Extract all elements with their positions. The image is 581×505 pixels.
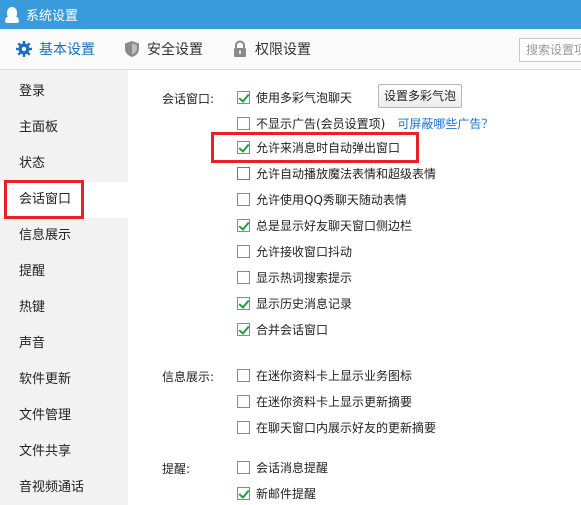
checkbox-unchecked[interactable] — [237, 460, 250, 474]
option-row[interactable]: 在聊天窗口内展示好友的更新摘要 — [237, 418, 436, 436]
option-row[interactable]: 合并会话窗口 — [237, 320, 328, 338]
section-label-info-display: 信息展示: — [162, 370, 215, 384]
option-label: 允许使用QQ秀聊天随动表情 — [256, 192, 407, 207]
tab-permission-settings[interactable]: 权限设置 — [231, 29, 311, 70]
option-label: 显示热词搜索提示 — [256, 270, 353, 285]
option-row[interactable]: 新邮件提醒 — [237, 484, 316, 502]
sidebar-item-main-panel[interactable]: 主面板 — [0, 110, 128, 146]
lock-icon — [231, 40, 249, 58]
option-label: 允许自动播放魔法表情和超级表情 — [256, 166, 437, 181]
option-row[interactable]: 显示历史消息记录 — [237, 294, 352, 312]
tab-basic-settings-label: 基本设置 — [39, 42, 95, 58]
option-row[interactable]: 不显示广告(会员设置项) 可屏蔽哪些广告？ — [237, 114, 493, 132]
tab-permission-settings-label: 权限设置 — [255, 42, 311, 58]
gear-icon — [15, 40, 33, 58]
section-label-reminder: 提醒: — [162, 462, 191, 476]
checkbox-unchecked[interactable] — [237, 116, 250, 130]
qq-penguin-icon — [4, 6, 20, 23]
checkbox-unchecked[interactable] — [237, 394, 250, 408]
tab-security-settings[interactable]: 安全设置 — [123, 29, 203, 70]
search-input[interactable]: 搜索设置项 — [519, 38, 581, 62]
sidebar-item-info-display[interactable]: 信息展示 — [0, 218, 128, 254]
sidebar-item-software-update[interactable]: 软件更新 — [0, 362, 128, 398]
checkbox-unchecked[interactable] — [237, 192, 250, 206]
option-label: 新邮件提醒 — [256, 486, 317, 501]
option-row[interactable]: 总是显示好友聊天窗口侧边栏 — [237, 216, 412, 234]
option-label: 在迷你资料卡上显示业务图标 — [256, 368, 413, 383]
option-row[interactable]: 允许使用QQ秀聊天随动表情 — [237, 190, 407, 208]
option-row[interactable]: 显示热词搜索提示 — [237, 268, 352, 286]
option-row[interactable]: 在迷你资料卡上显示更新摘要 — [237, 392, 412, 410]
checkbox-unchecked[interactable] — [237, 244, 250, 258]
tab-security-settings-label: 安全设置 — [147, 42, 203, 58]
sidebar-item-file-management[interactable]: 文件管理 — [0, 398, 128, 434]
option-row[interactable]: 会话消息提醒 — [237, 458, 328, 476]
option-label: 在迷你资料卡上显示更新摘要 — [256, 394, 413, 409]
sidebar-highlight-box — [4, 180, 84, 219]
option-label: 会话消息提醒 — [256, 460, 329, 475]
sidebar-item-status[interactable]: 状态 — [0, 146, 128, 182]
sidebar-item-file-sharing[interactable]: 文件共享 — [0, 434, 128, 470]
option-label: 允许接收窗口抖动 — [256, 244, 353, 259]
checkbox-checked[interactable] — [237, 296, 250, 310]
checkbox-checked[interactable] — [237, 486, 250, 500]
checkbox-checked[interactable] — [237, 90, 250, 104]
option-label: 显示历史消息记录 — [256, 296, 353, 311]
colorful-bubble-settings-button[interactable]: 设置多彩气泡 — [378, 84, 462, 108]
checkbox-unchecked[interactable] — [237, 166, 250, 180]
option-label: 使用多彩气泡聊天 — [256, 90, 353, 105]
checkbox-checked[interactable] — [237, 322, 250, 336]
window-title: 系统设置 — [26, 9, 79, 24]
sidebar-item-av-call[interactable]: 音视频通话 — [0, 470, 128, 505]
option-row[interactable]: 允许接收窗口抖动 — [237, 242, 352, 260]
checkbox-unchecked[interactable] — [237, 270, 250, 284]
sidebar-item-hotkey[interactable]: 热键 — [0, 290, 128, 326]
section-label-chat-window: 会话窗口: — [162, 92, 215, 106]
checkbox-checked[interactable] — [237, 218, 250, 232]
tab-basic-settings[interactable]: 基本设置 — [15, 29, 95, 70]
option-highlight-box — [211, 132, 419, 163]
option-row[interactable]: 使用多彩气泡聊天 — [237, 88, 352, 106]
option-label: 在聊天窗口内展示好友的更新摘要 — [256, 420, 437, 435]
checkbox-unchecked[interactable] — [237, 420, 250, 434]
option-row[interactable]: 在迷你资料卡上显示业务图标 — [237, 366, 412, 384]
option-row[interactable]: 允许自动播放魔法表情和超级表情 — [237, 164, 436, 182]
tab-bar: 基本设置 安全设置 权限设置 搜索设置项 — [0, 29, 581, 70]
title-bar: 系统设置 — [0, 0, 581, 29]
option-label: 总是显示好友聊天窗口侧边栏 — [256, 218, 413, 233]
sidebar-item-reminder[interactable]: 提醒 — [0, 254, 128, 290]
sidebar-item-login[interactable]: 登录 — [0, 74, 128, 110]
sidebar-item-sound[interactable]: 声音 — [0, 326, 128, 362]
option-label: 不显示广告(会员设置项) — [256, 116, 386, 131]
option-label: 合并会话窗口 — [256, 322, 329, 337]
blockable-ads-link[interactable]: 可屏蔽哪些广告？ — [397, 115, 493, 132]
shield-icon — [123, 40, 141, 58]
checkbox-unchecked[interactable] — [237, 368, 250, 382]
sidebar: 登录 主面板 状态 会话窗口 信息展示 提醒 热键 声音 软件更新 文件管理 文… — [0, 70, 128, 505]
